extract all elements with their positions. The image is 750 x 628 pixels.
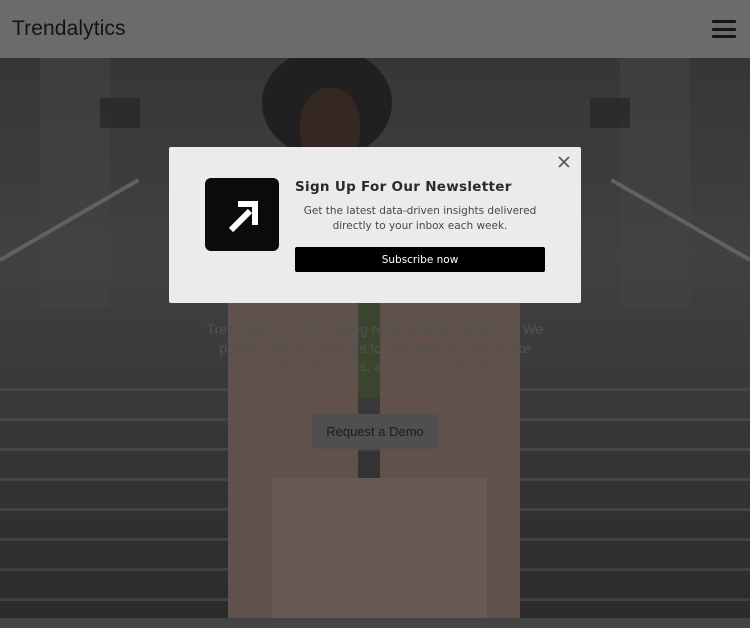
- hamburger-menu-icon[interactable]: [712, 20, 736, 38]
- close-icon[interactable]: [555, 153, 573, 171]
- menu-bar: [712, 27, 736, 31]
- brand-logo[interactable]: Trendalytics: [12, 17, 126, 41]
- modal-title: Sign Up For Our Newsletter: [295, 179, 512, 195]
- modal-backdrop[interactable]: [0, 0, 750, 628]
- subscribe-button[interactable]: Subscribe now: [295, 247, 545, 272]
- menu-bar: [712, 20, 736, 23]
- menu-bar: [712, 35, 736, 38]
- modal-description: Get the latest data-driven insights deli…: [303, 205, 537, 232]
- newsletter-modal: Sign Up For Our Newsletter Get the lates…: [169, 147, 581, 303]
- site-header: Trendalytics: [0, 0, 750, 58]
- arrow-up-right-logo-icon: [205, 178, 279, 251]
